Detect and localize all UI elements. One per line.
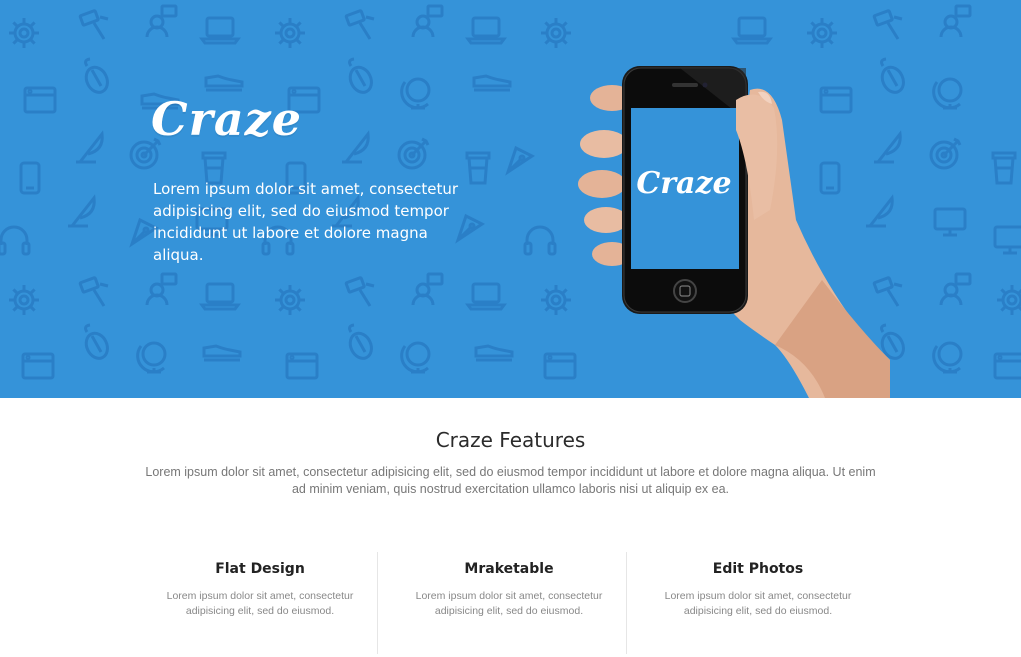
hero-tagline: Lorem ipsum dolor sit amet, consectetur … <box>153 180 459 264</box>
feature-text: Lorem ipsum dolor sit amet, consectetur … <box>166 590 354 617</box>
feature-title: Edit Photos <box>712 561 804 577</box>
feature-divider <box>626 552 627 654</box>
hand-holding-phone-image <box>578 66 890 398</box>
feature-card-edit-photos: Edit Photos Lorem ipsum dolor sit amet, … <box>637 552 879 652</box>
phone-screen-logo: Craze <box>636 166 732 201</box>
features-description: Lorem ipsum dolor sit amet, consectetur … <box>145 465 876 496</box>
feature-card-marketable: Mraketable Lorem ipsum dolor sit amet, c… <box>388 552 630 652</box>
features-title: Craze Features <box>435 428 586 452</box>
features-grid: Flat Design Lorem ipsum dolor sit amet, … <box>139 552 883 657</box>
feature-text: Lorem ipsum dolor sit amet, consectetur … <box>664 590 852 617</box>
features-section: Craze Features Lorem ipsum dolor sit ame… <box>0 398 1021 657</box>
feature-title: Mraketable <box>464 561 554 577</box>
feature-title: Flat Design <box>215 561 305 577</box>
feature-text: Lorem ipsum dolor sit amet, consectetur … <box>415 590 603 617</box>
feature-divider <box>377 552 378 654</box>
brand-logo[interactable]: Craze <box>151 92 302 146</box>
hero-section: Craze Lorem ipsum dolor sit amet, consec… <box>0 0 1021 398</box>
feature-card-flat-design: Flat Design Lorem ipsum dolor sit amet, … <box>139 552 381 652</box>
